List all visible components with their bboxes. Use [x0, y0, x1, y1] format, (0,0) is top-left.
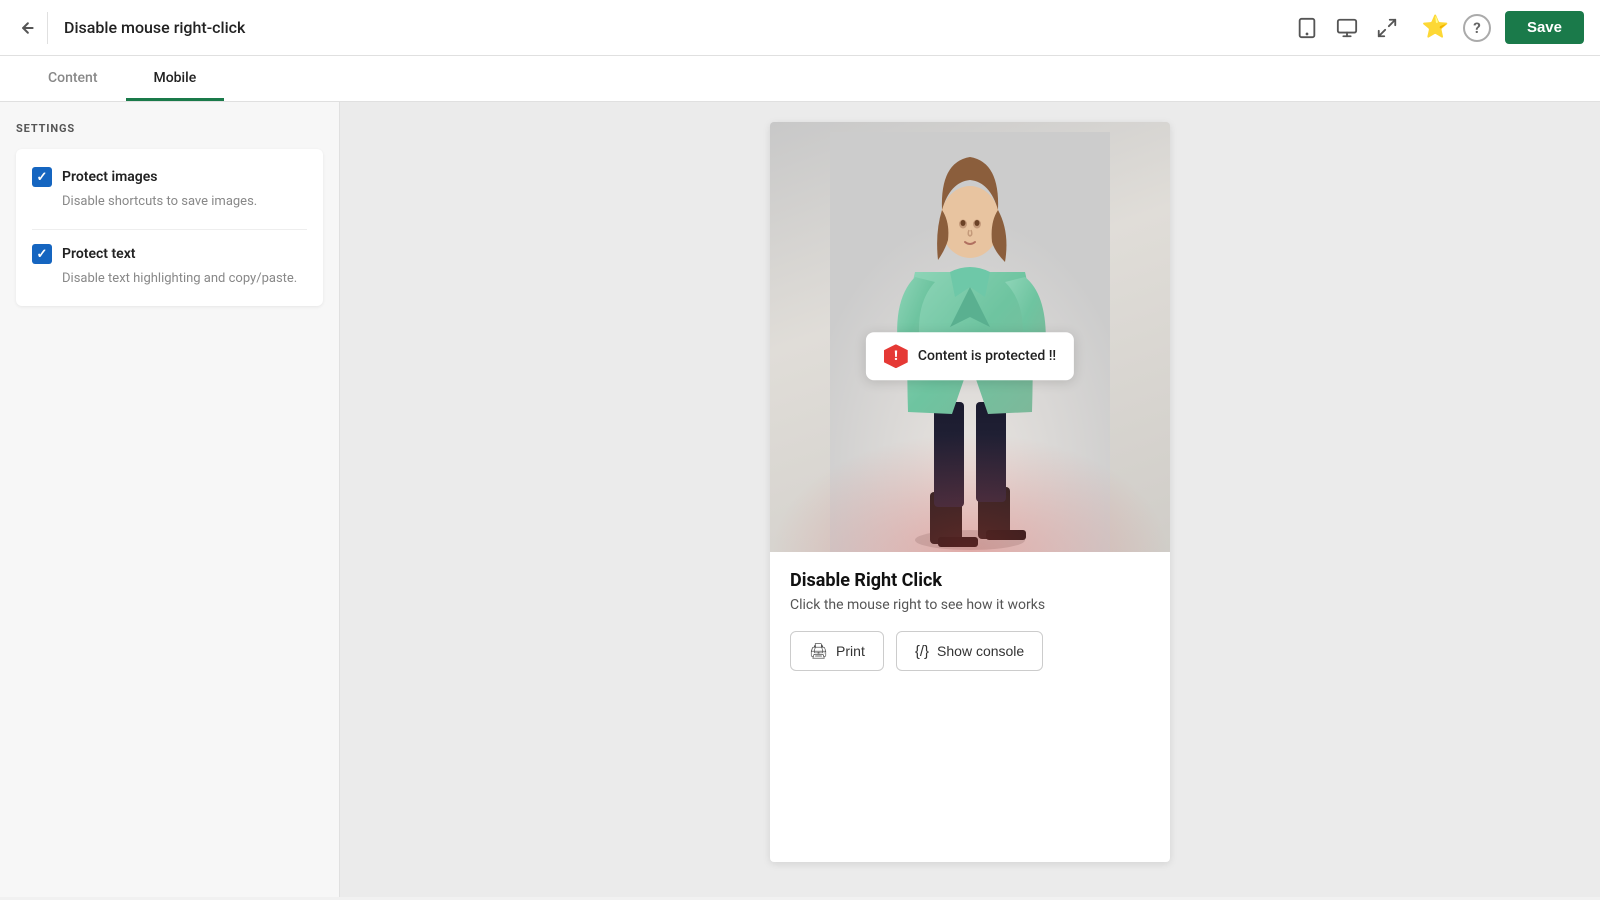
help-icon[interactable]: ?: [1463, 14, 1491, 42]
device-icons-group: [1296, 17, 1398, 39]
tab-content[interactable]: Content: [20, 56, 126, 101]
preview-area: Content is protected !! Disable Right Cl…: [340, 102, 1600, 897]
save-button[interactable]: Save: [1505, 11, 1584, 44]
protect-images-row: ✓ Protect images: [32, 167, 307, 187]
settings-card: ✓ Protect images Disable shortcuts to sa…: [16, 149, 323, 306]
sidebar: SETTINGS ✓ Protect images Disable shortc…: [0, 102, 340, 897]
protect-text-checkbox[interactable]: ✓: [32, 244, 52, 264]
preview-title: Disable Right Click: [790, 570, 1150, 591]
topbar: Disable mouse right-click: [0, 0, 1600, 56]
star-icon[interactable]: ⭐: [1422, 15, 1449, 40]
protect-images-desc: Disable shortcuts to save images.: [62, 193, 307, 211]
check-icon: ✓: [37, 170, 48, 185]
print-button[interactable]: 🖨 Print: [790, 631, 884, 671]
protect-text-label: Protect text: [62, 246, 136, 262]
protect-text-desc: Disable text highlighting and copy/paste…: [62, 270, 307, 288]
protect-text-row: ✓ Protect text: [32, 244, 307, 264]
desktop-view-icon[interactable]: [1336, 17, 1358, 39]
protect-images-checkbox[interactable]: ✓: [32, 167, 52, 187]
preview-image-container: Content is protected !!: [770, 122, 1170, 552]
main-layout: SETTINGS ✓ Protect images Disable shortc…: [0, 102, 1600, 897]
tab-mobile[interactable]: Mobile: [126, 56, 225, 101]
topbar-right: ⭐ ? Save: [1422, 11, 1584, 44]
tablet-view-icon[interactable]: [1296, 17, 1318, 39]
preview-subtitle: Click the mouse right to see how it work…: [790, 597, 1150, 613]
print-label: Print: [836, 643, 865, 659]
settings-label: SETTINGS: [16, 122, 323, 135]
page-title: Disable mouse right-click: [64, 18, 1284, 37]
preview-card: Content is protected !! Disable Right Cl…: [770, 122, 1170, 862]
setting-protect-text: ✓ Protect text Disable text highlighting…: [32, 244, 307, 288]
back-button[interactable]: [16, 12, 48, 44]
check-icon-2: ✓: [37, 247, 48, 262]
preview-content: Disable Right Click Click the mouse righ…: [770, 552, 1170, 691]
settings-divider: [32, 229, 307, 230]
tooltip-text: Content is protected !!: [918, 348, 1056, 364]
setting-protect-images: ✓ Protect images Disable shortcuts to sa…: [32, 167, 307, 211]
tabs-bar: Content Mobile: [0, 56, 1600, 102]
print-icon: 🖨: [809, 642, 828, 660]
fullscreen-icon[interactable]: [1376, 17, 1398, 39]
protect-images-label: Protect images: [62, 169, 157, 185]
console-icon: {/}: [915, 643, 929, 660]
console-label: Show console: [937, 643, 1024, 659]
content-protected-tooltip: Content is protected !!: [866, 332, 1074, 380]
preview-actions: 🖨 Print {/} Show console: [790, 631, 1150, 671]
shield-warning-icon: [884, 344, 908, 368]
show-console-button[interactable]: {/} Show console: [896, 631, 1043, 671]
